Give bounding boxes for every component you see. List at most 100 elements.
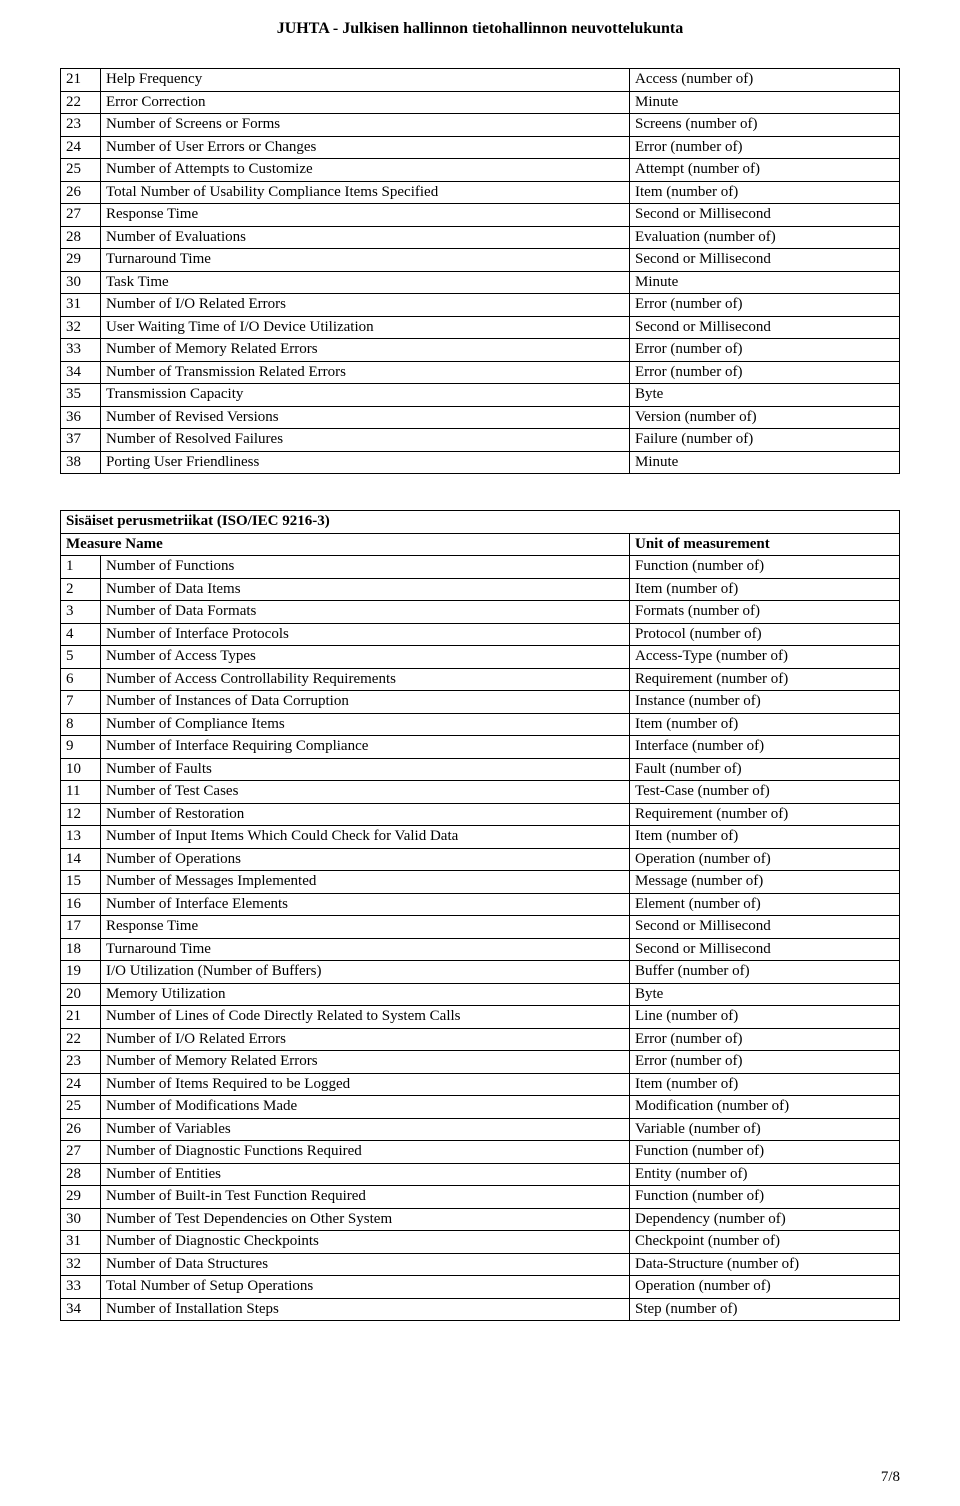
table-row: 18Turnaround TimeSecond or Millisecond	[61, 938, 900, 961]
row-number: 19	[61, 961, 101, 984]
table-row: 10Number of FaultsFault (number of)	[61, 758, 900, 781]
table-row: 25Number of Attempts to CustomizeAttempt…	[61, 159, 900, 182]
unit-of-measurement: Second or Millisecond	[630, 316, 900, 339]
measure-name: Number of Lines of Code Directly Related…	[101, 1006, 630, 1029]
unit-of-measurement: Second or Millisecond	[630, 249, 900, 272]
unit-of-measurement: Checkpoint (number of)	[629, 1231, 899, 1254]
measure-name: Number of Test Dependencies on Other Sys…	[101, 1208, 630, 1231]
table-row: 37Number of Resolved FailuresFailure (nu…	[61, 429, 900, 452]
row-number: 36	[61, 406, 101, 429]
table-row: 33Total Number of Setup OperationsOperat…	[61, 1276, 900, 1299]
table-row: 2Number of Data ItemsItem (number of)	[61, 578, 900, 601]
unit-of-measurement: Version (number of)	[630, 406, 900, 429]
row-number: 22	[61, 91, 101, 114]
row-number: 27	[61, 1141, 101, 1164]
table-row: 32Number of Data StructuresData-Structur…	[61, 1253, 900, 1276]
measure-name: Error Correction	[101, 91, 630, 114]
unit-of-measurement: Item (number of)	[629, 578, 899, 601]
measure-name: Number of Built-in Test Function Require…	[101, 1186, 630, 1209]
measure-name: Number of Memory Related Errors	[101, 339, 630, 362]
row-number: 14	[61, 848, 101, 871]
table-row: 12Number of RestorationRequirement (numb…	[61, 803, 900, 826]
table-row: 24Number of Items Required to be LoggedI…	[61, 1073, 900, 1096]
table-row: 31Number of Diagnostic CheckpointsCheckp…	[61, 1231, 900, 1254]
unit-of-measurement: Function (number of)	[629, 1141, 899, 1164]
unit-of-measurement: Operation (number of)	[629, 1276, 899, 1299]
row-number: 33	[61, 339, 101, 362]
unit-of-measurement: Function (number of)	[629, 1186, 899, 1209]
table-row: 27Number of Diagnostic Functions Require…	[61, 1141, 900, 1164]
page-number: 7/8	[881, 1469, 900, 1486]
measure-name: Number of Data Formats	[101, 601, 630, 624]
measure-name: Total Number of Setup Operations	[101, 1276, 630, 1299]
table-row: 23Number of Memory Related ErrorsError (…	[61, 1051, 900, 1074]
row-number: 32	[61, 316, 101, 339]
unit-of-measurement: Access-Type (number of)	[629, 646, 899, 669]
row-number: 33	[61, 1276, 101, 1299]
measure-name: User Waiting Time of I/O Device Utilizat…	[101, 316, 630, 339]
unit-of-measurement: Item (number of)	[630, 181, 900, 204]
row-number: 31	[61, 294, 101, 317]
row-number: 1	[61, 556, 101, 579]
measure-name: Number of Instances of Data Corruption	[101, 691, 630, 714]
row-number: 30	[61, 271, 101, 294]
row-number: 29	[61, 249, 101, 272]
measure-name: Porting User Friendliness	[101, 451, 630, 474]
table-row: 22Number of I/O Related ErrorsError (num…	[61, 1028, 900, 1051]
row-number: 37	[61, 429, 101, 452]
row-number: 28	[61, 1163, 101, 1186]
row-number: 10	[61, 758, 101, 781]
measure-name: Number of Messages Implemented	[101, 871, 630, 894]
row-number: 31	[61, 1231, 101, 1254]
table-row: 3Number of Data FormatsFormats (number o…	[61, 601, 900, 624]
measure-name: Number of Revised Versions	[101, 406, 630, 429]
measure-name: Number of Interface Elements	[101, 893, 630, 916]
unit-of-measurement: Protocol (number of)	[629, 623, 899, 646]
row-number: 11	[61, 781, 101, 804]
measure-name: Task Time	[101, 271, 630, 294]
page: JUHTA - Julkisen hallinnon tietohallinno…	[0, 0, 960, 1506]
unit-of-measurement: Error (number of)	[630, 136, 900, 159]
measure-name: Number of Resolved Failures	[101, 429, 630, 452]
unit-of-measurement: Item (number of)	[629, 713, 899, 736]
unit-of-measurement: Instance (number of)	[629, 691, 899, 714]
measure-name: Memory Utilization	[101, 983, 630, 1006]
unit-of-measurement: Error (number of)	[629, 1051, 899, 1074]
row-number: 2	[61, 578, 101, 601]
table-row: 19I/O Utilization (Number of Buffers)Buf…	[61, 961, 900, 984]
table-row: 29Turnaround TimeSecond or Millisecond	[61, 249, 900, 272]
row-number: 6	[61, 668, 101, 691]
measure-name: Response Time	[101, 204, 630, 227]
row-number: 34	[61, 1298, 101, 1321]
measure-name: Number of Operations	[101, 848, 630, 871]
unit-of-measurement: Requirement (number of)	[629, 668, 899, 691]
measure-name: Number of Test Cases	[101, 781, 630, 804]
row-number: 13	[61, 826, 101, 849]
unit-of-measurement: Data-Structure (number of)	[629, 1253, 899, 1276]
measure-name: I/O Utilization (Number of Buffers)	[101, 961, 630, 984]
table-row: 34Number of Installation StepsStep (numb…	[61, 1298, 900, 1321]
table-row: 21Help FrequencyAccess (number of)	[61, 69, 900, 92]
table-title: Sisäiset perusmetriikat (ISO/IEC 9216-3)	[61, 511, 900, 534]
col-header-name: Measure Name	[61, 533, 630, 556]
measure-name: Number of Attempts to Customize	[101, 159, 630, 182]
row-number: 26	[61, 181, 101, 204]
row-number: 25	[61, 159, 101, 182]
table-row: 20Memory UtilizationByte	[61, 983, 900, 1006]
metrics-table-1: 21Help FrequencyAccess (number of)22Erro…	[60, 68, 900, 474]
measure-name: Number of Interface Protocols	[101, 623, 630, 646]
table-row: 13Number of Input Items Which Could Chec…	[61, 826, 900, 849]
table-row: 23Number of Screens or FormsScreens (num…	[61, 114, 900, 137]
table-row: 29Number of Built-in Test Function Requi…	[61, 1186, 900, 1209]
measure-name: Number of Installation Steps	[101, 1298, 630, 1321]
unit-of-measurement: Dependency (number of)	[629, 1208, 899, 1231]
table-row: 4Number of Interface ProtocolsProtocol (…	[61, 623, 900, 646]
measure-name: Number of Restoration	[101, 803, 630, 826]
unit-of-measurement: Formats (number of)	[629, 601, 899, 624]
table-row: 38Porting User FriendlinessMinute	[61, 451, 900, 474]
measure-name: Help Frequency	[101, 69, 630, 92]
unit-of-measurement: Function (number of)	[629, 556, 899, 579]
table-row: 26Number of VariablesVariable (number of…	[61, 1118, 900, 1141]
unit-of-measurement: Evaluation (number of)	[630, 226, 900, 249]
table-row: 27Response TimeSecond or Millisecond	[61, 204, 900, 227]
